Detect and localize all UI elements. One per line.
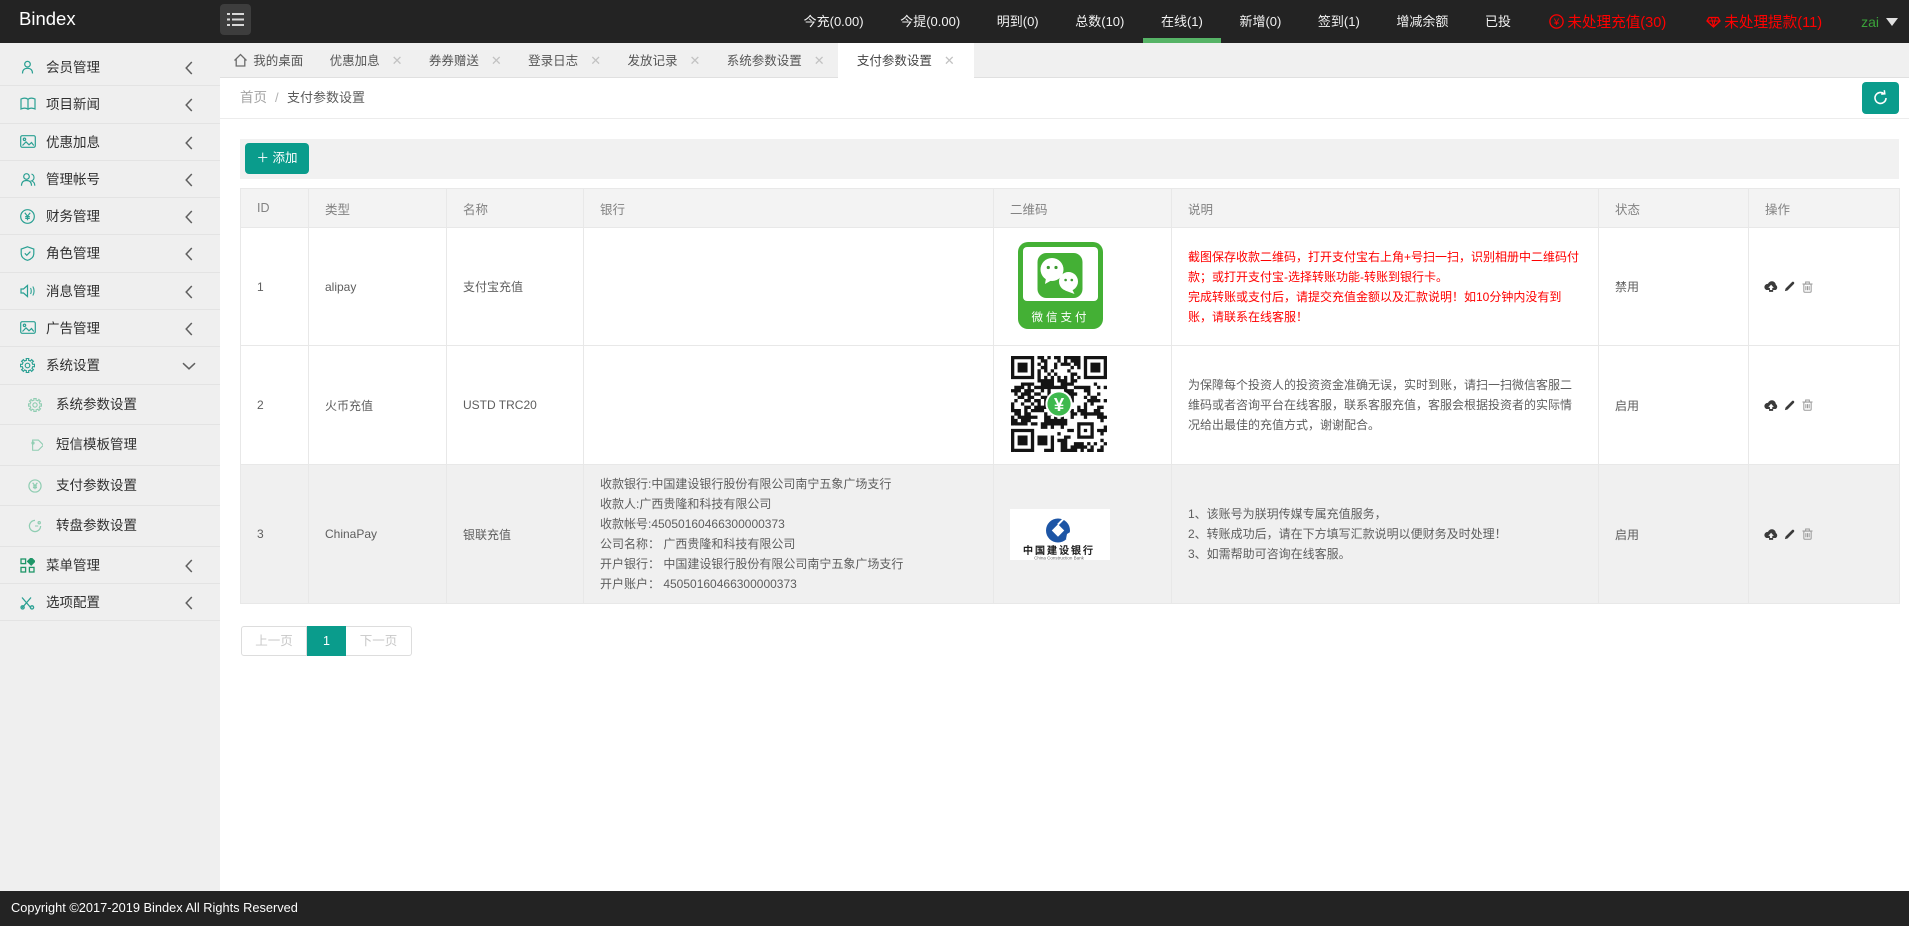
svg-text:微信支付: 微信支付 <box>1032 310 1090 324</box>
svg-text:China Construction Bank: China Construction Bank <box>1034 556 1085 561</box>
svg-text:¥: ¥ <box>1553 17 1560 28</box>
svg-text:¥: ¥ <box>1054 393 1065 414</box>
